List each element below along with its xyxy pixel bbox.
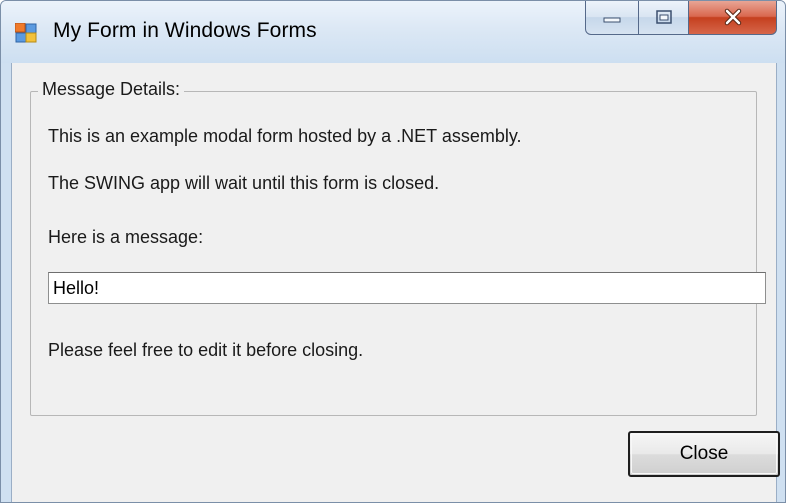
minimize-icon (603, 17, 621, 23)
maximize-icon (655, 10, 672, 24)
form-client-area: Message Details: This is an example moda… (11, 63, 780, 502)
message-input[interactable] (48, 272, 766, 304)
close-button[interactable]: Close (628, 431, 780, 477)
close-icon (724, 8, 741, 26)
message-details-groupbox: Message Details: This is an example moda… (30, 79, 766, 416)
close-window-button[interactable] (689, 1, 777, 35)
windows-form-icon (15, 23, 37, 43)
edit-hint: Please feel free to edit it before closi… (48, 340, 364, 360)
message-label: Here is a message: (48, 227, 204, 247)
form-window: My Form in Windows Forms Message Details… (0, 0, 786, 503)
title-bar[interactable]: My Form in Windows Forms (1, 1, 785, 63)
description-line-1: This is an example modal form hosted by … (48, 126, 522, 146)
description-line-2: The SWING app will wait until this form … (48, 173, 440, 193)
close-button-label: Close (631, 434, 777, 474)
window-title: My Form in Windows Forms (53, 19, 317, 42)
groupbox-legend: Message Details: (38, 79, 185, 100)
minimize-button[interactable] (585, 1, 639, 35)
caption-buttons (585, 1, 777, 35)
maximize-button[interactable] (639, 1, 689, 35)
